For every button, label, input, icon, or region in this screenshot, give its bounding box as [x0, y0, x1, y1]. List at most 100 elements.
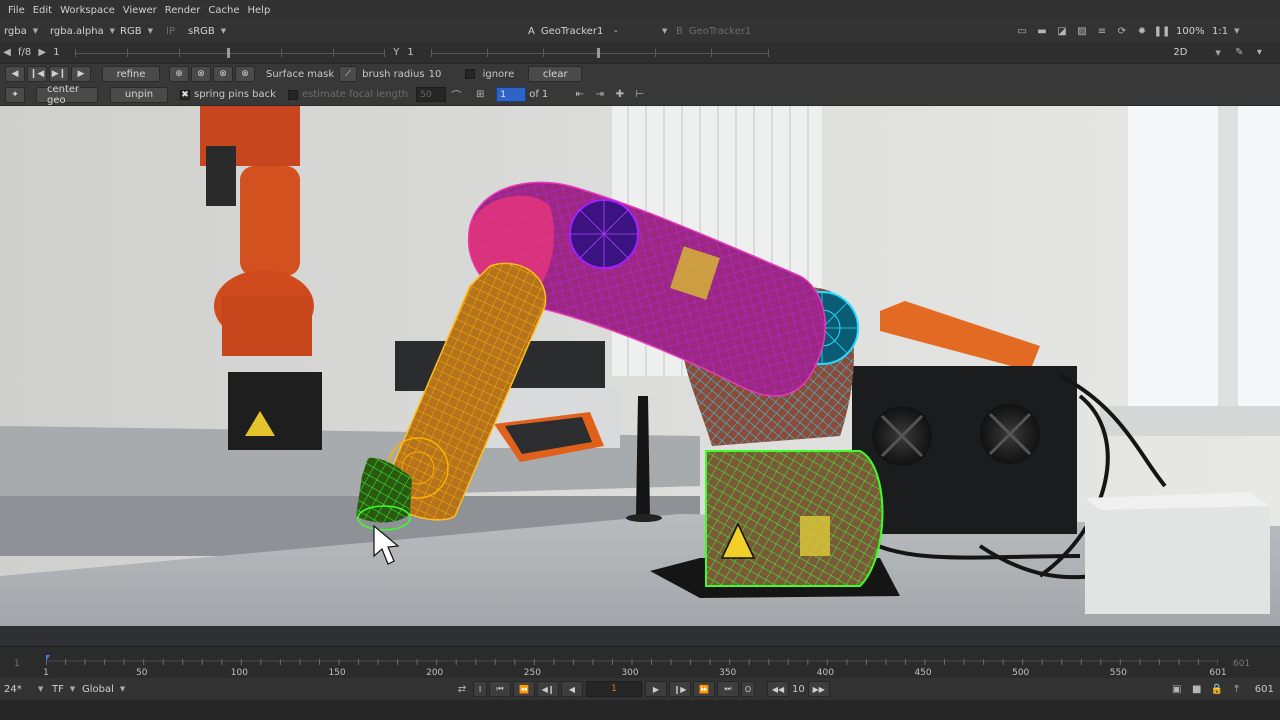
clear-keyframe-icon[interactable]: ⊗: [213, 66, 233, 82]
prev-keyframe-icon[interactable]: ⏪: [513, 681, 535, 697]
remove-keyframe-icon[interactable]: ⊗: [191, 66, 211, 82]
current-frame-field[interactable]: 1: [586, 681, 642, 697]
export-icon[interactable]: ⤒: [1229, 681, 1245, 697]
timeline-ruler[interactable]: 1 50 100 150 200 250 300 350 400 450 500 550 601: [43, 655, 1227, 678]
go-to-start-icon[interactable]: ⏮: [489, 681, 511, 697]
gamma-value[interactable]: 1: [403, 47, 431, 58]
input-op-dropdown[interactable]: - ▼: [610, 23, 672, 39]
chevron-right-icon[interactable]: ▶: [37, 45, 47, 61]
estimate-focal-length-checkbox[interactable]: [287, 89, 298, 100]
step-forward-icon[interactable]: ▶▶: [807, 681, 830, 697]
channels-dropdown[interactable]: rgba ▼: [0, 23, 46, 39]
center-geo-button[interactable]: center geo: [36, 84, 98, 106]
menu-render[interactable]: Render: [161, 5, 205, 16]
input-b-value: GeoTracker1: [688, 25, 752, 37]
input-b-dropdown[interactable]: B GeoTracker1: [672, 23, 762, 39]
chevron-down-icon[interactable]: ▾: [1251, 45, 1267, 61]
add-pin-icon[interactable]: ✚: [612, 87, 628, 103]
clear-all-keyframes-icon[interactable]: ⊗: [235, 66, 255, 82]
stop-icon[interactable]: ■: [1189, 681, 1205, 697]
ip-toggle[interactable]: IP: [162, 23, 184, 39]
play-backward-icon[interactable]: ◀: [561, 681, 583, 697]
track-forward-icon[interactable]: ▶❙: [49, 66, 69, 82]
refresh-icon[interactable]: ⟳: [1114, 23, 1130, 39]
unpin-button[interactable]: unpin: [110, 86, 168, 103]
pause-icon[interactable]: ❚❚: [1154, 23, 1171, 39]
in-point-icon[interactable]: I: [473, 681, 487, 697]
zoom-dropdown[interactable]: 100%: [1172, 23, 1208, 39]
pin-tool-icon[interactable]: ✦: [5, 86, 25, 103]
colorspace-value: sRGB: [188, 25, 215, 37]
clear-button[interactable]: clear: [528, 66, 583, 82]
chevron-left-icon[interactable]: ◀: [2, 45, 12, 61]
view-mode-dropdown[interactable]: 2D ▼: [1169, 45, 1229, 61]
chevron-down-icon: ▼: [1234, 27, 1240, 35]
display-dropdown[interactable]: RGB ▼: [116, 23, 162, 39]
prev-frame-icon[interactable]: ◀❙: [537, 681, 559, 697]
go-to-end-icon[interactable]: ⏭: [717, 681, 739, 697]
track-to-start-icon[interactable]: ◀: [5, 66, 25, 82]
timeline-label: 1: [43, 668, 49, 678]
menu-viewer[interactable]: Viewer: [119, 5, 161, 16]
prev-keyframe-icon[interactable]: ⇤: [572, 87, 588, 103]
keyframe-field[interactable]: 1: [496, 87, 527, 102]
brush-icon[interactable]: ✎: [1231, 45, 1247, 61]
remove-pin-icon[interactable]: ⊢: [632, 87, 648, 103]
brush-radius-label: brush radius: [362, 68, 425, 80]
gamma-slider-line: [431, 52, 770, 54]
next-frame-icon[interactable]: ❙▶: [669, 681, 691, 697]
focal-length-field[interactable]: 50: [416, 87, 447, 102]
base-label: [800, 516, 830, 556]
gain-tick: [384, 48, 386, 57]
menu-workspace[interactable]: Workspace: [56, 5, 119, 16]
menu-edit[interactable]: Edit: [29, 5, 56, 16]
out-point-icon[interactable]: O: [741, 681, 755, 697]
center-target-icon[interactable]: ⊞: [472, 87, 488, 103]
gamma-slider-knob[interactable]: [597, 47, 601, 58]
timeline[interactable]: 1 1 50 100 150 200 250 300 350 400 450 500 550 601 6…: [0, 646, 1280, 678]
input-a-dropdown[interactable]: A GeoTracker1: [524, 23, 610, 39]
gamma-slider[interactable]: [431, 46, 770, 60]
curve-icon[interactable]: ⌒: [448, 87, 464, 103]
stylus-base: [626, 514, 662, 522]
play-forward-icon[interactable]: ▶: [645, 681, 667, 697]
proxy-icon[interactable]: ◪: [1054, 23, 1070, 39]
next-keyframe-icon[interactable]: ⏩: [693, 681, 715, 697]
menu-file[interactable]: File: [4, 5, 29, 16]
ignore-checkbox[interactable]: [464, 69, 475, 79]
ratio-dropdown[interactable]: 1:1 ▼: [1208, 23, 1248, 39]
roi-icon[interactable]: ▭: [1014, 23, 1030, 39]
add-keyframe-icon[interactable]: ⊕: [169, 66, 189, 82]
lock-icon[interactable]: 🔒: [1209, 681, 1225, 697]
fps-dropdown[interactable]: 24* ▼: [0, 681, 48, 697]
table-edge: [0, 626, 1280, 646]
timecode-dropdown[interactable]: TF ▼: [48, 681, 78, 697]
step-value[interactable]: 10: [790, 684, 807, 695]
play-range-icon[interactable]: ▣: [1169, 681, 1185, 697]
scope-dropdown[interactable]: Global ▼: [78, 681, 138, 697]
gain-value[interactable]: 1: [49, 47, 75, 58]
brush-radius-value[interactable]: 10: [429, 69, 459, 80]
track-to-end-icon[interactable]: ▶: [71, 66, 91, 82]
viewer-canvas[interactable]: [0, 106, 1280, 646]
gain-slider[interactable]: [75, 46, 386, 60]
timeline-ticks: [46, 655, 1218, 665]
alpha-dropdown[interactable]: rgba.alpha ▼: [46, 23, 116, 39]
spring-pins-back-checkbox[interactable]: ✖: [180, 89, 190, 100]
window-icon[interactable]: ▬: [1034, 23, 1050, 39]
colorspace-dropdown[interactable]: sRGB ▼: [184, 23, 244, 39]
lines-icon[interactable]: ≡: [1094, 23, 1110, 39]
next-keyframe-icon[interactable]: ⇥: [592, 87, 608, 103]
gear-icon[interactable]: ✹: [1134, 23, 1150, 39]
hatch-icon[interactable]: ▨: [1074, 23, 1090, 39]
menu-cache[interactable]: Cache: [204, 5, 243, 16]
brush-icon[interactable]: ⟋: [339, 66, 358, 82]
timeline-label: 450: [914, 668, 932, 678]
loop-icon[interactable]: ⇄: [454, 681, 470, 697]
menu-help[interactable]: Help: [244, 5, 275, 16]
refine-button[interactable]: refine: [102, 66, 160, 82]
gain-slider-knob[interactable]: [227, 47, 231, 58]
step-back-icon[interactable]: ◀◀: [767, 681, 789, 697]
track-backward-icon[interactable]: ❙◀: [27, 66, 47, 82]
input-b-letter: B: [676, 25, 683, 37]
